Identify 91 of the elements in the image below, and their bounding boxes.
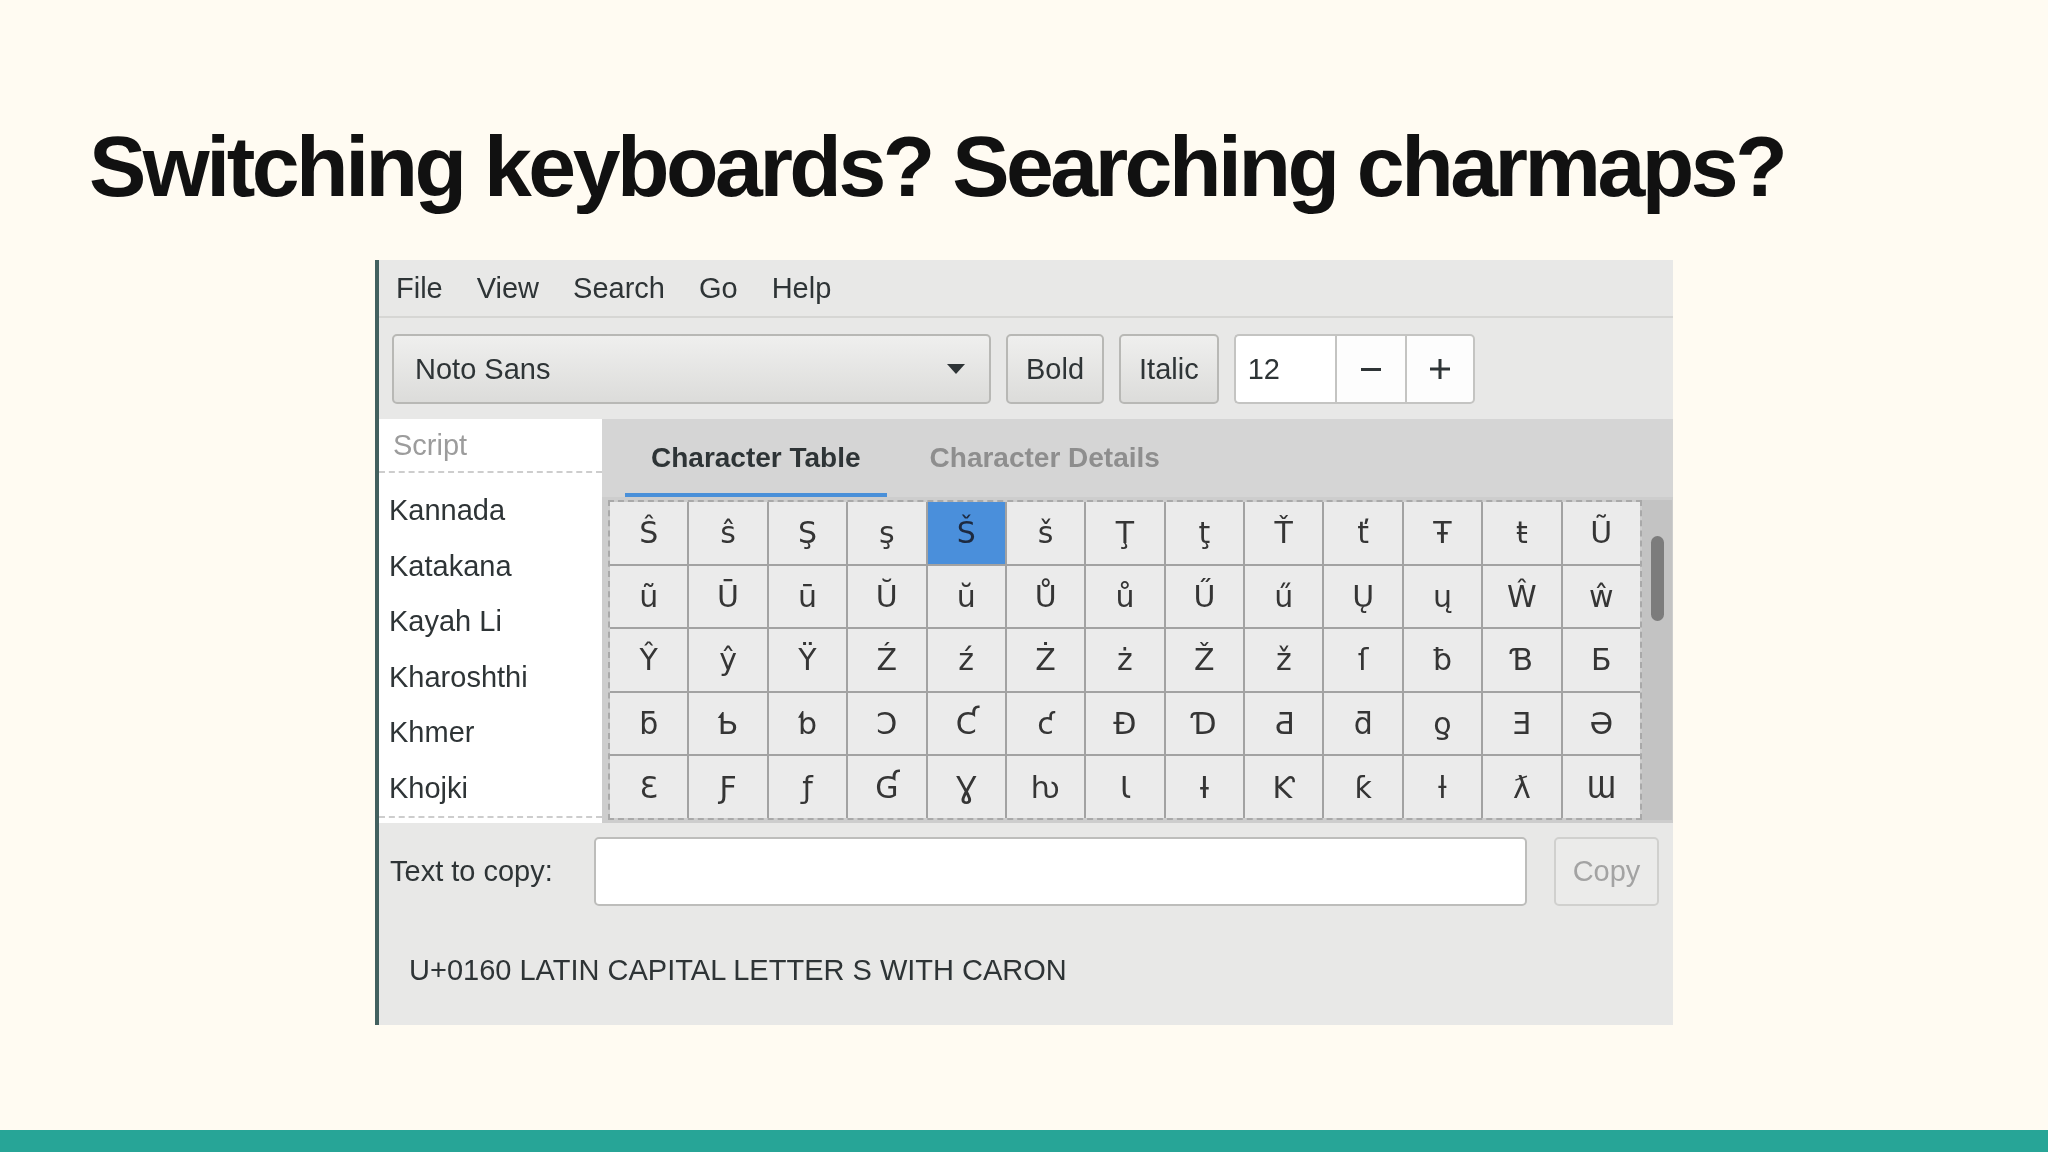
scrollbar[interactable]	[1642, 500, 1672, 820]
increase-button[interactable]	[1404, 334, 1475, 404]
character-cell[interactable]: Ÿ	[768, 629, 847, 691]
list-item[interactable]: Khmer	[379, 705, 602, 761]
character-cell[interactable]: ŧ	[1483, 502, 1561, 564]
character-cell[interactable]: Ų	[1324, 565, 1402, 628]
bold-button[interactable]: Bold	[1006, 334, 1105, 404]
menu-item[interactable]: Search	[556, 263, 682, 313]
character-cell[interactable]: ţ	[1165, 502, 1244, 564]
character-cell[interactable]: ſ	[1324, 629, 1402, 691]
list-item[interactable]: Kharoshthi	[379, 649, 602, 705]
character-cell[interactable]: ŭ	[927, 565, 1005, 628]
font-dropdown[interactable]: Noto Sans	[392, 334, 991, 404]
character-cell[interactable]: Ǝ	[1483, 692, 1561, 755]
text-to-copy-field[interactable]	[594, 837, 1527, 906]
character-cell[interactable]: ŷ	[689, 629, 767, 691]
character-cell[interactable]: Ű	[1165, 565, 1244, 628]
character-cell[interactable]: š	[1006, 502, 1085, 564]
character-cell[interactable]: Ž	[1165, 629, 1244, 691]
character-cell[interactable]: ž	[1245, 629, 1323, 691]
field-label: Text to copy:	[390, 855, 553, 888]
character-cell[interactable]: ũ	[610, 565, 688, 628]
character-cell[interactable]: Ɗ	[1165, 692, 1244, 755]
character-cell[interactable]: Ŧ	[1403, 502, 1482, 564]
character-cell[interactable]: Ţ	[1086, 502, 1164, 564]
menu-item[interactable]: View	[459, 263, 557, 313]
character-cell[interactable]: ŵ	[1562, 565, 1640, 628]
status-text: U+0160 LATIN CAPITAL LETTER S WITH CARON	[409, 954, 1067, 987]
character-cell[interactable]: ů	[1086, 565, 1164, 628]
scrollbar-thumb[interactable]	[1651, 536, 1664, 621]
character-cell[interactable]: ƍ	[1403, 692, 1482, 755]
character-cell[interactable]: Ɖ	[1086, 692, 1164, 755]
character-cell[interactable]: Ź	[848, 629, 926, 691]
menu-item[interactable]: File	[379, 263, 460, 313]
character-cell[interactable]: Ŷ	[610, 629, 688, 691]
character-cell[interactable]: Ɩ	[1086, 756, 1164, 818]
character-cell[interactable]: Ɓ	[1483, 629, 1561, 691]
character-cell[interactable]: Ů	[1006, 565, 1085, 628]
menu-item[interactable]: Go	[681, 263, 755, 313]
character-cell[interactable]: Ə	[1562, 692, 1640, 755]
character-cell[interactable]: ƃ	[610, 692, 688, 755]
list-item[interactable]: Khojki	[379, 760, 602, 816]
character-cell[interactable]: Ƅ	[689, 692, 767, 755]
character-cell[interactable]: ź	[927, 629, 1005, 691]
list-item[interactable]: Kannada	[379, 483, 602, 539]
character-cell[interactable]: Ƃ	[1562, 629, 1640, 691]
italic-button[interactable]: Italic	[1119, 334, 1219, 404]
character-cell[interactable]: Ƈ	[927, 692, 1005, 755]
minus-icon	[1360, 367, 1381, 371]
character-cell[interactable]: ƌ	[1324, 692, 1402, 755]
character-cell[interactable]: Ɣ	[927, 756, 1005, 818]
decrease-button[interactable]	[1334, 334, 1405, 404]
character-cell[interactable]: ƕ	[1006, 756, 1085, 818]
character-cell[interactable]: ƈ	[1006, 692, 1085, 755]
character-cell[interactable]: Ɔ	[848, 692, 926, 755]
character-cell[interactable]: Š	[927, 502, 1005, 564]
character-cell[interactable]: ƛ	[1483, 756, 1561, 818]
character-cell[interactable]: Ť	[1245, 502, 1323, 564]
slide-title: Switching keyboards? Searching charmaps?	[89, 117, 1786, 216]
character-cell[interactable]: Ɛ	[610, 756, 688, 818]
character-cell[interactable]: ű	[1245, 565, 1323, 628]
character-cell[interactable]: ų	[1403, 565, 1482, 628]
character-cell[interactable]: ƅ	[768, 692, 847, 755]
character-cell[interactable]: ū	[768, 565, 847, 628]
character-cell[interactable]: Ũ	[1562, 502, 1640, 564]
character-cell[interactable]: Ɨ	[1165, 756, 1244, 818]
character-cell[interactable]: ŝ	[689, 502, 767, 564]
character-cell[interactable]: ť	[1324, 502, 1402, 564]
character-cell[interactable]: ż	[1086, 629, 1164, 691]
character-cell[interactable]: Ƒ	[689, 756, 767, 818]
plus-icon	[1429, 359, 1450, 379]
menu-item[interactable]: Help	[754, 263, 849, 313]
character-cell[interactable]: ş	[848, 502, 926, 564]
size-field[interactable]: 12	[1233, 334, 1335, 404]
character-cell[interactable]: Ŭ	[848, 565, 926, 628]
caret-icon	[947, 364, 965, 374]
character-cell[interactable]: ƚ	[1403, 756, 1482, 818]
character-cell[interactable]: Ɯ	[1562, 756, 1640, 818]
character-cell[interactable]: Ŝ	[610, 502, 688, 564]
character-cell[interactable]: Ū	[689, 565, 767, 628]
character-cell[interactable]: ƀ	[1403, 629, 1482, 691]
character-cell[interactable]: ƙ	[1324, 756, 1402, 818]
list-item[interactable]: Katakana	[379, 538, 602, 594]
character-cell[interactable]: Ɠ	[848, 756, 926, 818]
character-cell[interactable]: Ƙ	[1245, 756, 1323, 818]
character-cell[interactable]: Ŵ	[1483, 565, 1561, 628]
character-cell[interactable]: Ƌ	[1245, 692, 1323, 755]
character-cell[interactable]: Ż	[1006, 629, 1085, 691]
character-cell[interactable]: Ş	[768, 502, 847, 564]
list-item[interactable]: Kayah Li	[379, 594, 602, 650]
character-cell[interactable]: ƒ	[768, 756, 847, 818]
